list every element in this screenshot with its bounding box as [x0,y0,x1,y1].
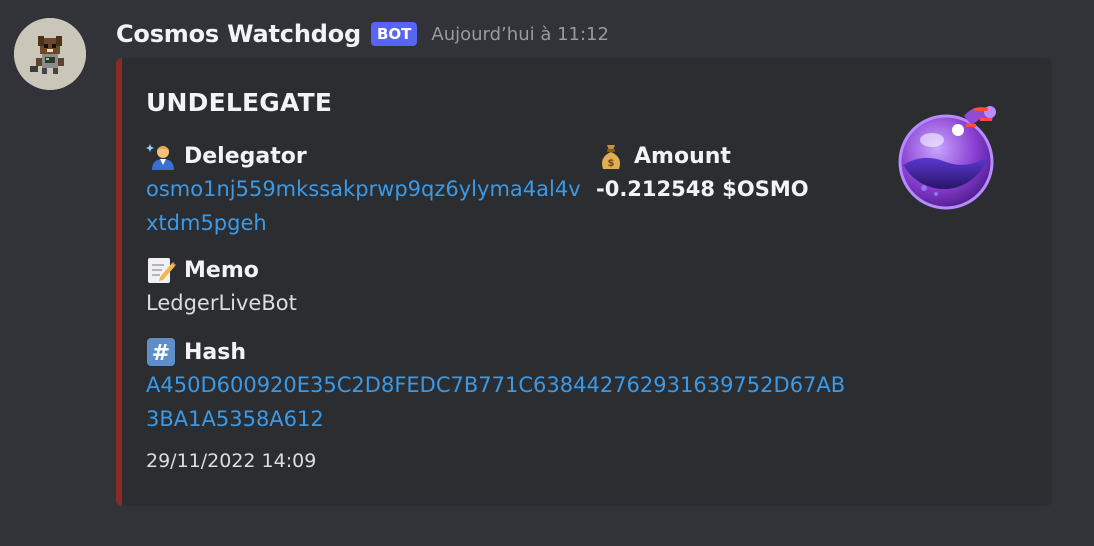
bot-badge: BOT [370,22,418,46]
field-delegator-name: Delegator [146,140,596,172]
hash-line2[interactable]: 3BA1A5358A612 [146,402,866,436]
message-timestamp[interactable]: Aujourd’hui à 11:12 [431,24,609,45]
message-header: Cosmos Watchdog BOT Aujourd’hui à 11:12 [116,14,609,54]
field-hash: # Hash A450D600920E35C2D8FEDC7B771C63844… [146,336,866,436]
mage-emoji-icon [146,144,174,170]
delegator-address-line1[interactable]: osmo1nj559mkssakprwp9qz6ylyma4al4v [146,172,596,206]
money-bag-emoji-icon: $ [602,145,620,169]
robot-dog-avatar-icon [14,18,86,90]
svg-text:#: # [152,341,170,366]
field-memo-name: Memo [146,254,596,286]
hash-line1[interactable]: A450D600920E35C2D8FEDC7B771C638442762931… [146,368,866,402]
hash-link[interactable]: A450D600920E35C2D8FEDC7B771C638442762931… [146,368,866,436]
bot-avatar[interactable] [14,18,86,90]
field-memo-label: Memo [184,257,259,283]
field-amount: $ Amount -0.212548 $OSMO [596,140,856,206]
field-memo: Memo LedgerLiveBot [146,254,596,320]
chat-message: Cosmos Watchdog BOT Aujourd’hui à 11:12 … [0,0,1094,546]
embed-footer-date: 29/11/2022 14:09 [146,450,317,472]
osmosis-potion-icon[interactable] [894,96,1010,212]
field-amount-name: $ Amount [596,140,856,172]
delegator-address-line2[interactable]: xtdm5pgeh [146,206,596,240]
field-amount-label: Amount [634,143,731,169]
field-delegator-label: Delegator [184,143,307,169]
field-delegator: Delegator osmo1nj559mkssakprwp9qz6ylyma4… [146,140,596,240]
field-hash-name: # Hash [146,336,866,368]
hash-keycap-emoji-icon: # [147,338,175,366]
author-name[interactable]: Cosmos Watchdog [116,20,361,48]
delegator-address-link[interactable]: osmo1nj559mkssakprwp9qz6ylyma4al4v xtdm5… [146,172,596,240]
field-hash-label: Hash [184,339,247,365]
embed-card: UNDELEGATE Delegator osmo1nj559mkssakprw… [116,58,1052,506]
memo-emoji-icon [148,258,176,283]
embed-title: UNDELEGATE [146,88,333,117]
amount-value: -0.212548 $OSMO [596,177,809,201]
svg-text:$: $ [608,158,615,169]
memo-value: LedgerLiveBot [146,291,297,315]
